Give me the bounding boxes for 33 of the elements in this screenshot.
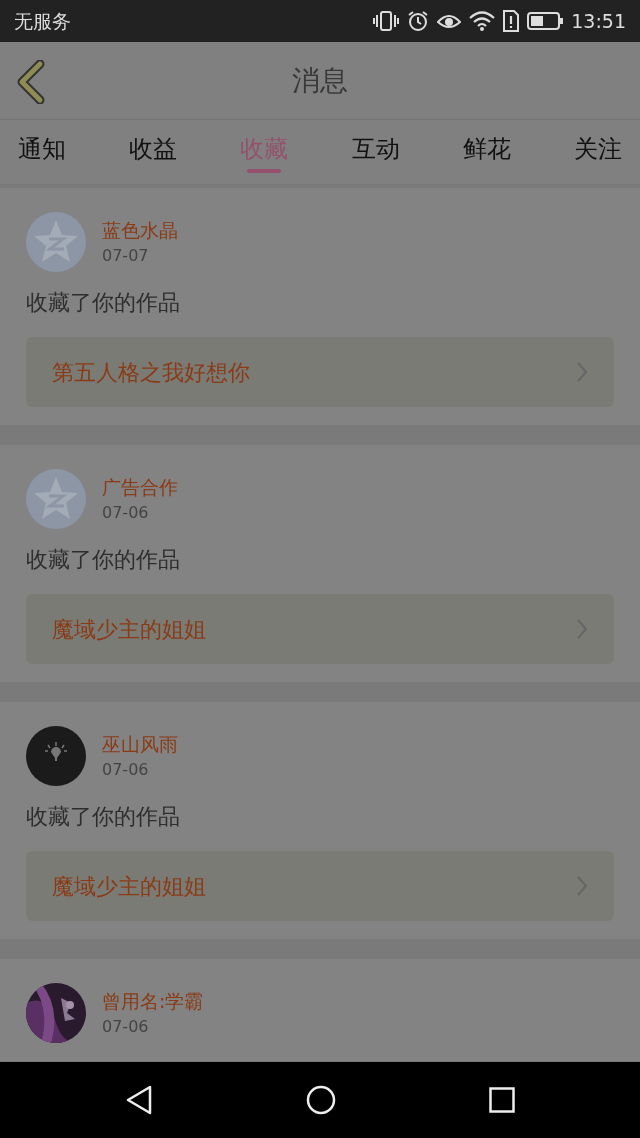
user-name[interactable]: 蓝色水晶	[102, 215, 178, 245]
clock-time: 13:51	[571, 8, 626, 34]
user-name[interactable]: 广告合作	[102, 472, 178, 502]
eye-icon	[437, 12, 462, 30]
message-date: 07-07	[102, 245, 149, 268]
work-link[interactable]: 魔域少主的姐姐	[26, 851, 614, 921]
tab[interactable]: 互动	[341, 125, 410, 179]
message-text: 收藏了你的作品	[26, 546, 181, 574]
user-name[interactable]: 曾用名:学霸	[102, 986, 204, 1016]
back-nav-icon[interactable]	[124, 1085, 153, 1115]
wifi-icon	[469, 10, 496, 32]
tab[interactable]: 通知	[8, 125, 76, 179]
carrier-text: 无服务	[14, 8, 71, 34]
recents-nav-icon[interactable]	[489, 1087, 516, 1113]
tab[interactable]: 收益	[119, 125, 188, 179]
message-date: 07-06	[102, 759, 149, 782]
back-icon[interactable]	[16, 60, 46, 104]
page-title: 消息	[292, 62, 348, 99]
work-link[interactable]: 第五人格之我好想你	[26, 337, 614, 407]
alarm-icon	[407, 10, 430, 32]
sim-alert-icon	[503, 10, 520, 32]
message-date: 07-06	[102, 502, 149, 525]
vibrate-icon	[373, 9, 400, 33]
tab[interactable]: 鲜花	[452, 125, 521, 179]
home-nav-icon[interactable]	[306, 1085, 336, 1115]
battery-icon	[527, 12, 564, 30]
message-text: 收藏了你的作品	[26, 803, 181, 831]
message-date: 07-06	[102, 1016, 149, 1039]
user-name[interactable]: 巫山风雨	[102, 729, 178, 759]
message-text: 收藏了你的作品	[26, 289, 181, 317]
tab[interactable]: 关注	[563, 125, 632, 179]
work-link[interactable]: 魔域少主的姐姐	[26, 594, 614, 664]
avatar-icon[interactable]	[26, 726, 86, 786]
